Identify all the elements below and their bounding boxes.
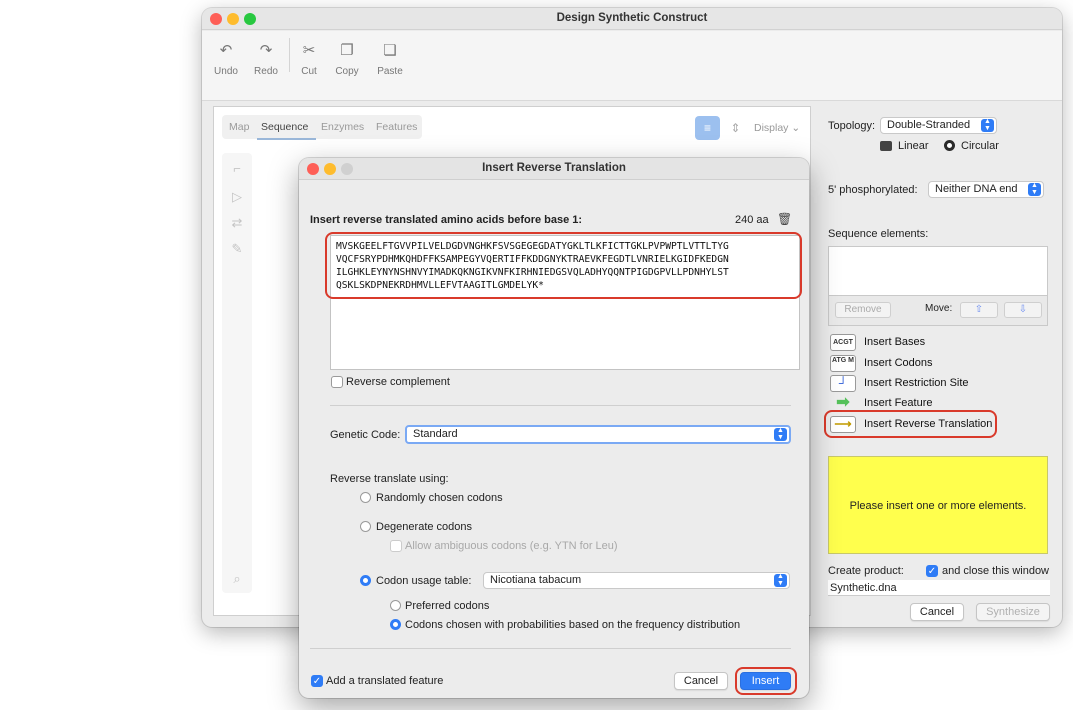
stepper-icon: ▲ ▼	[981, 118, 994, 132]
copy-icon: ❐	[340, 42, 354, 59]
trash-icon[interactable]: 🗑	[777, 212, 792, 226]
arrow-down-icon: ⇩	[1018, 304, 1028, 315]
genetic-code-label: Genetic Code:	[330, 429, 401, 441]
insert-reverse-translation-dialog: Insert Reverse Translation Insert revers…	[299, 158, 809, 698]
close-window-label: and close this window	[942, 565, 1050, 577]
dialog-cancel-button[interactable]: Cancel	[674, 672, 728, 690]
tab-sequence[interactable]: Sequence	[261, 121, 308, 133]
wrap-icon[interactable]: ≡	[695, 116, 720, 140]
stepper-icon: ▲ ▼	[774, 427, 787, 441]
add-feature-checkbox[interactable]: ✓	[311, 675, 323, 687]
degenerate-codons-radio[interactable]	[360, 521, 371, 532]
preferred-codons-radio[interactable]	[390, 600, 401, 611]
placeholder-message: Please insert one or more elements.	[828, 456, 1048, 554]
paste-icon: ❏	[383, 42, 397, 59]
tool-rail: ⌐ ▷ ⇄ ✎ ⌕	[222, 153, 252, 593]
dialog-title: Insert Reverse Translation	[482, 162, 626, 174]
bases-icon: ACGT	[830, 334, 856, 351]
phosphorylated-label: 5' phosphorylated:	[828, 184, 918, 196]
degenerate-codons-label: Degenerate codons	[376, 521, 473, 533]
synthesize-button[interactable]: Synthesize	[976, 603, 1050, 621]
sequence-elements-list[interactable]	[828, 246, 1048, 296]
sequence-highlight	[325, 232, 802, 299]
codon-usage-select[interactable]: Nicotiana tabacum ▲ ▼	[483, 572, 790, 589]
restriction-site-icon: ┘	[830, 375, 856, 392]
sequence-elements-label: Sequence elements:	[828, 228, 929, 240]
aa-count: 240 aa	[735, 214, 769, 226]
tab-map[interactable]: Map	[229, 121, 249, 133]
move-label: Move:	[925, 303, 953, 314]
reverse-complement-checkbox[interactable]	[331, 376, 343, 388]
circular-label: Circular	[961, 140, 999, 152]
reverse-complement-label: Reverse complement	[346, 376, 450, 388]
divider	[330, 405, 791, 406]
preferred-codons-label: Preferred codons	[405, 600, 490, 612]
undo-icon: ↶	[219, 42, 233, 59]
search-icon[interactable]: ⌕	[229, 571, 245, 587]
instruction-label: Insert reverse translated amino acids be…	[310, 214, 583, 226]
codons-icon: ATG M	[830, 355, 856, 372]
remove-button[interactable]: Remove	[835, 302, 891, 318]
fit-icon[interactable]: ⇕	[723, 116, 748, 140]
random-codons-radio[interactable]	[360, 492, 371, 503]
main-cancel-button[interactable]: Cancel	[910, 603, 964, 621]
swap-tool-icon[interactable]: ⇄	[229, 215, 245, 231]
stepper-icon: ▲ ▼	[774, 573, 787, 587]
annotation-highlight	[824, 410, 997, 438]
probabilistic-codons-radio[interactable]	[390, 619, 401, 630]
arrow-up-icon: ⇧	[974, 304, 984, 315]
redo-button[interactable]: ↷ Redo	[244, 42, 288, 77]
circular-radio[interactable]	[944, 140, 955, 151]
ambiguous-codons-checkbox[interactable]	[390, 540, 402, 552]
move-down-button[interactable]: ⇩	[1004, 302, 1042, 318]
phosphorylated-select[interactable]: Neither DNA end ▲ ▼	[928, 181, 1044, 198]
chevron-down-icon: ⌄	[791, 122, 801, 134]
copy-button[interactable]: ❐ Copy	[325, 42, 369, 77]
insert-bases-button[interactable]: ACGT Insert Bases	[828, 334, 1054, 352]
divider	[310, 648, 791, 649]
tab-enzymes[interactable]: Enzymes	[321, 121, 364, 133]
topology-label: Topology:	[828, 120, 876, 132]
genetic-code-select[interactable]: Standard ▲ ▼	[405, 425, 791, 444]
topology-select[interactable]: Double-Stranded ▲ ▼	[880, 117, 997, 134]
brush-tool-icon[interactable]: ✎	[229, 241, 245, 257]
linear-radio[interactable]	[880, 141, 892, 151]
codon-usage-label: Codon usage table:	[376, 575, 472, 587]
feature-tool-icon[interactable]: ▷	[229, 189, 245, 205]
insert-highlight	[735, 667, 797, 695]
codon-usage-radio[interactable]	[360, 575, 371, 586]
create-product-label: Create product:	[828, 565, 904, 577]
random-codons-label: Randomly chosen codons	[376, 492, 503, 504]
close-window-checkbox[interactable]: ✓	[926, 565, 938, 577]
redo-icon: ↷	[259, 42, 273, 59]
window-title: Design Synthetic Construct	[556, 12, 708, 24]
paste-button[interactable]: ❏ Paste	[368, 42, 412, 77]
add-feature-label: Add a translated feature	[326, 675, 444, 687]
linear-label: Linear	[898, 140, 929, 152]
restriction-tool-icon[interactable]: ⌐	[229, 161, 245, 177]
stepper-icon: ▲ ▼	[1028, 182, 1041, 196]
construct-panel: Topology: Double-Stranded ▲ ▼ Linear Circ…	[824, 106, 1054, 621]
probabilistic-codons-label: Codons chosen with probabilities based o…	[405, 619, 741, 631]
display-menu[interactable]: Display ⌄	[754, 122, 800, 134]
product-name-input[interactable]: Synthetic.dna	[828, 580, 1050, 596]
tab-features[interactable]: Features	[376, 121, 417, 133]
insert-codons-button[interactable]: ATG M Insert Codons	[828, 355, 1054, 373]
move-up-button[interactable]: ⇧	[960, 302, 998, 318]
insert-restriction-site-button[interactable]: ┘ Insert Restriction Site	[828, 375, 1054, 393]
ambiguous-codons-label: Allow ambiguous codons (e.g. YTN for Leu…	[405, 540, 618, 552]
active-tab-indicator	[257, 138, 316, 140]
undo-button[interactable]: ↶ Undo	[204, 42, 248, 77]
sequence-elements-controls: Remove Move: ⇧ ⇩	[828, 296, 1048, 326]
reverse-translate-label: Reverse translate using:	[330, 473, 449, 485]
